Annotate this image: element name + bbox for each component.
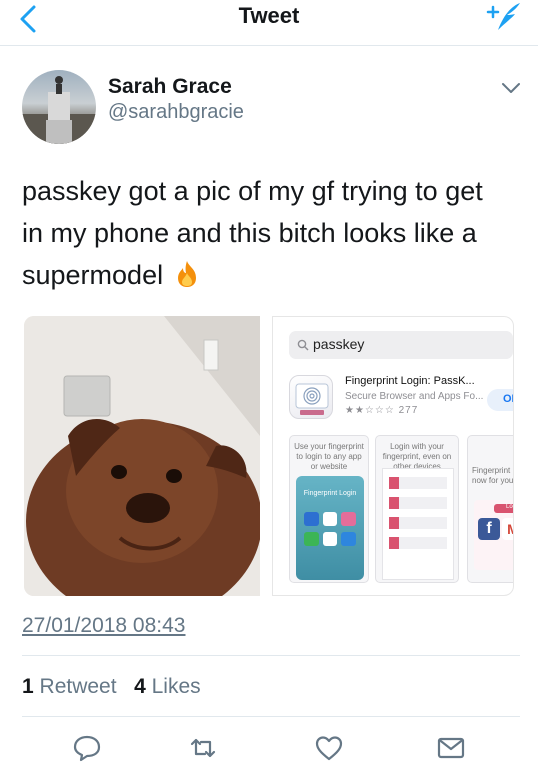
screenshot-app-label: Fingerprint Login — [303, 490, 357, 497]
fire-icon — [177, 261, 196, 287]
tweet-text-line: in my phone and this bitch looks like a — [22, 218, 477, 248]
navigation-bar: Tweet — [0, 0, 538, 46]
like-heart-icon[interactable] — [314, 734, 344, 762]
get-button: OI — [487, 389, 513, 411]
tweet-text-line: supermodel — [22, 254, 522, 296]
media-photo-dog[interactable] — [24, 316, 260, 596]
fingerprint-icon — [295, 383, 329, 415]
app-screenshot: Use your fingerprint to login to any app… — [289, 435, 369, 583]
screenshot-app-label: Logi — [494, 504, 513, 513]
tweet-text-line: passkey got a pic of my gf trying to get — [22, 176, 483, 206]
app-screenshot: Login with your fingerprint, even on oth… — [375, 435, 459, 583]
reply-icon[interactable] — [72, 734, 102, 762]
direct-message-icon[interactable] — [436, 734, 466, 762]
app-rating: ★★☆☆☆ 277 — [345, 405, 418, 416]
like-count[interactable]: 4 — [134, 675, 146, 698]
divider — [22, 655, 520, 656]
retweet-label[interactable]: Retweet — [40, 675, 117, 698]
phone-mockup: Logi f M — [474, 500, 513, 570]
search-query: passkey — [313, 336, 365, 352]
tweet-text: passkey got a pic of my gf trying to get… — [22, 170, 522, 296]
chevron-down-icon[interactable] — [500, 80, 522, 96]
screenshot-caption: Use your fingerprint to login to any app… — [294, 442, 364, 471]
tweet-text-segment: supermodel — [22, 260, 164, 290]
divider — [22, 716, 520, 717]
engagement-stats: 1 Retweet 4 Likes — [22, 675, 201, 699]
author-name[interactable]: Sarah Grace — [108, 75, 232, 99]
author-handle[interactable]: @sarahbgracie — [108, 101, 244, 124]
avatar[interactable] — [22, 70, 96, 144]
retweet-count[interactable]: 1 — [22, 675, 34, 698]
retweet-icon[interactable] — [188, 734, 218, 762]
star-rating-icon: ★★☆☆☆ — [345, 405, 395, 416]
search-icon — [297, 339, 309, 351]
app-icons-row — [304, 532, 357, 546]
compose-tweet-icon[interactable] — [484, 0, 524, 34]
app-tile: f — [478, 518, 500, 540]
avatar-photo — [22, 76, 96, 144]
app-icon — [289, 375, 333, 419]
media-screenshot-app-store[interactable]: passkey Fingerprint Login: PassK... Secu… — [272, 316, 514, 596]
app-tile: M — [502, 518, 513, 540]
like-label[interactable]: Likes — [152, 675, 201, 698]
rating-count: 277 — [398, 405, 419, 416]
app-subtitle: Secure Browser and Apps Fo... — [345, 391, 484, 402]
page-title: Tweet — [238, 3, 300, 28]
dog-photo — [24, 316, 260, 596]
app-screenshot: Fingerprint now for your c Logi f M — [467, 435, 514, 583]
search-bar: passkey — [289, 331, 513, 359]
app-icons-row — [304, 512, 357, 526]
phone-mockup: Fingerprint Login — [296, 476, 364, 580]
app-name: Fingerprint Login: PassK... — [345, 375, 475, 387]
screenshot-caption: Fingerprint now for your c — [472, 466, 514, 485]
device-list — [382, 468, 454, 580]
tweet-timestamp[interactable]: 27/01/2018 08:43 — [22, 614, 186, 638]
